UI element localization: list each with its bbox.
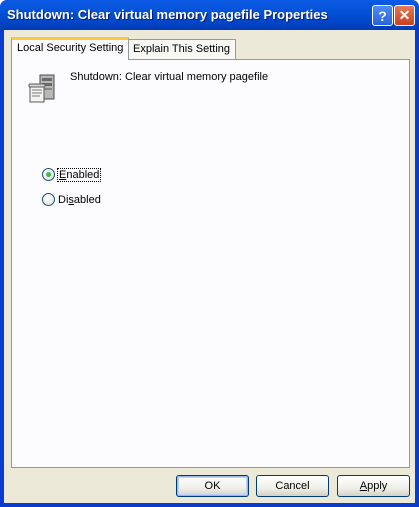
ok-button[interactable]: OK	[176, 475, 249, 497]
enabled-option[interactable]: Enabled	[42, 167, 102, 182]
tab-local-security-setting[interactable]: Local Security Setting	[11, 37, 130, 60]
cancel-button[interactable]: Cancel	[256, 475, 329, 497]
apply-button[interactable]: Apply	[337, 475, 410, 497]
security-policy-icon	[28, 74, 55, 103]
dialog-body: Local Security Setting Explain This Sett…	[4, 30, 415, 503]
enabled-radio[interactable]	[42, 168, 55, 181]
enabled-label[interactable]: Enabled	[56, 167, 102, 182]
disabled-label[interactable]: Disabled	[58, 194, 101, 206]
policy-name: Shutdown: Clear virtual memory pagefile	[70, 71, 269, 83]
tab-panel: Shutdown: Clear virtual memory pagefile …	[11, 59, 410, 468]
help-icon: ?	[378, 7, 387, 24]
help-button[interactable]: ?	[372, 5, 393, 26]
window-title: Shutdown: Clear virtual memory pagefile …	[7, 7, 328, 22]
close-icon: ✕	[398, 7, 411, 23]
close-button[interactable]: ✕	[394, 5, 415, 26]
disabled-radio[interactable]	[42, 193, 55, 206]
title-bar[interactable]: Shutdown: Clear virtual memory pagefile …	[0, 0, 419, 30]
properties-dialog: Shutdown: Clear virtual memory pagefile …	[0, 0, 419, 507]
disabled-option[interactable]: Disabled	[42, 193, 101, 206]
tab-explain-this-setting[interactable]: Explain This Setting	[127, 39, 237, 59]
